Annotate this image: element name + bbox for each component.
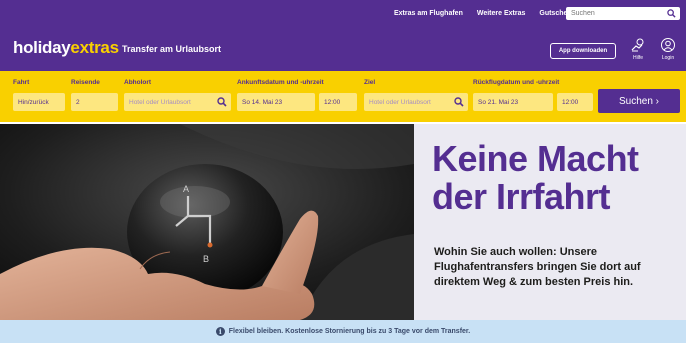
- link-extras-am-flughafen[interactable]: Extras am Flughafen: [394, 10, 463, 17]
- travellers-select[interactable]: 2: [71, 93, 118, 111]
- login-button[interactable]: Login: [656, 37, 680, 65]
- hero-image: A B: [0, 124, 414, 320]
- pickup-placeholder: Hotel oder Urlaubsort: [129, 98, 191, 106]
- knob-label-b: B: [203, 254, 209, 264]
- arrival-date-field[interactable]: So 14. Mai 23: [237, 93, 315, 111]
- user-icon: [661, 38, 675, 52]
- trip-type-select[interactable]: Hin/zurück: [13, 93, 65, 111]
- cancellation-notice: i Flexibel bleiben. Kostenlose Stornieru…: [0, 320, 686, 343]
- logo-text-extras: extras: [70, 38, 119, 57]
- help-icon: [631, 38, 644, 52]
- top-utility-bar: Extras am Flughafen Weitere Extras Gutsc…: [0, 0, 686, 26]
- search-icon[interactable]: [667, 9, 676, 18]
- holidayextras-logo[interactable]: holidayextras: [13, 38, 119, 58]
- hero-subline: Wohin Sie auch wollen: Unsere Flughafent…: [434, 246, 641, 288]
- label-travellers: Reisende: [71, 79, 100, 86]
- utility-links: Extras am Flughafen Weitere Extras Gutsc…: [394, 0, 574, 26]
- label-trip: Fahrt: [13, 79, 30, 86]
- arrival-time-field[interactable]: 12:00: [319, 93, 357, 111]
- label-arrival: Ankunftsdatum und -uhrzeit: [237, 79, 324, 86]
- brand-header: holidayextras Transfer am Urlaubsort App…: [0, 26, 686, 71]
- logo-text-holiday: holiday: [13, 38, 71, 57]
- search-button[interactable]: Suchen ›: [598, 89, 680, 113]
- label-pickup: Abholort: [124, 79, 152, 86]
- page-subtitle: Transfer am Urlaubsort: [122, 44, 222, 54]
- app-download-button[interactable]: App downloaden: [550, 43, 616, 59]
- return-date-field[interactable]: So 21. Mai 23: [473, 93, 553, 111]
- label-return: Rückflugdatum und -uhrzeit: [473, 79, 560, 86]
- destination-placeholder: Hotel oder Urlaubsort: [369, 98, 431, 106]
- search-icon: [454, 97, 464, 107]
- search-icon: [217, 97, 227, 107]
- return-time-field[interactable]: 12:00: [557, 93, 593, 111]
- destination-field[interactable]: Hotel oder Urlaubsort: [364, 93, 468, 111]
- pickup-field[interactable]: Hotel oder Urlaubsort: [124, 93, 231, 111]
- login-label: Login: [661, 55, 675, 61]
- site-search: [566, 7, 680, 20]
- gear-knob-photo: A B: [0, 124, 414, 320]
- info-icon: i: [215, 327, 225, 336]
- hero-headline: Keine Macht der Irrfahrt: [432, 138, 639, 217]
- transfer-search-form: Fahrt Reisende Abholort Ankunftsdatum un…: [0, 71, 686, 122]
- notice-text: Flexibel bleiben. Kostenlose Stornierung…: [228, 328, 471, 335]
- link-weitere-extras[interactable]: Weitere Extras: [477, 10, 526, 17]
- help-button[interactable]: Hilfe: [626, 37, 650, 65]
- site-search-input[interactable]: [571, 7, 659, 20]
- knob-label-a: A: [183, 184, 189, 194]
- label-destination: Ziel: [364, 79, 376, 86]
- hero-panel: Keine Macht der Irrfahrt Wohin Sie auch …: [414, 124, 686, 320]
- help-label: Hilfe: [632, 55, 643, 61]
